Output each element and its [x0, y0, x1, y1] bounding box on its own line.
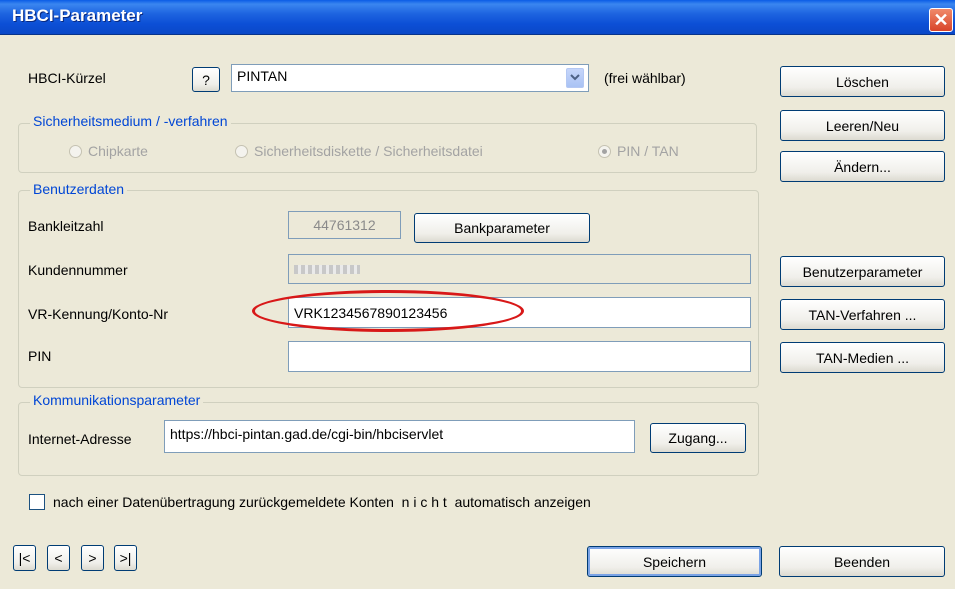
internet-adresse-label: Internet-Adresse — [28, 431, 132, 447]
save-button[interactable]: Speichern — [587, 546, 762, 577]
kundennummer-label: Kundennummer — [28, 262, 128, 278]
internet-adresse-value: https://hbci-pintan.gad.de/cgi-bin/hbcis… — [170, 426, 444, 442]
security-legend: Sicherheitsmedium / -verfahren — [30, 113, 231, 129]
radio-pin-tan[interactable]: PIN / TAN — [598, 143, 679, 159]
communication-legend: Kommunikationsparameter — [30, 392, 204, 408]
title-bar[interactable] — [0, 0, 955, 35]
tan-method-button[interactable]: TAN-Verfahren ... — [780, 299, 945, 330]
delete-button[interactable]: Löschen — [780, 66, 945, 97]
vr-kennung-label: VR-Kennung/Konto-Nr — [28, 306, 169, 322]
window-title: HBCI-Parameter — [12, 6, 143, 25]
radio-chipkarte[interactable]: Chipkarte — [69, 143, 148, 159]
hbci-kuerzel-label: HBCI-Kürzel — [28, 70, 106, 86]
radio-sicherheitsdiskette-label: Sicherheitsdiskette / Sicherheitsdatei — [254, 143, 483, 159]
bankleitzahl-field: 44761312 — [288, 211, 401, 239]
help-button[interactable]: ? — [192, 67, 220, 92]
radio-chipkarte-label: Chipkarte — [88, 143, 148, 159]
vr-kennung-value: VRK1234567890123456 — [294, 304, 448, 321]
bankparameter-button[interactable]: Bankparameter — [414, 213, 590, 243]
auto-show-accounts-label: nach einer Datenübertragung zurückgemeld… — [53, 494, 591, 510]
pin-label: PIN — [28, 348, 52, 364]
vr-kennung-input[interactable]: VRK1234567890123456 — [288, 297, 751, 328]
pin-input[interactable] — [288, 341, 751, 372]
hbci-kuerzel-value: PINTAN — [237, 68, 288, 84]
close-button[interactable]: ✕ — [929, 8, 953, 32]
user-data-legend: Benutzerdaten — [30, 181, 128, 197]
user-parameters-button[interactable]: Benutzerparameter — [780, 256, 945, 287]
kundennummer-redacted — [294, 264, 360, 274]
kundennummer-field — [288, 254, 751, 284]
frei-waehlbar-hint: (frei wählbar) — [604, 70, 686, 86]
radio-pin-tan-label: PIN / TAN — [617, 143, 679, 159]
radio-sicherheitsdiskette[interactable]: Sicherheitsdiskette / Sicherheitsdatei — [235, 143, 483, 159]
radio-circle — [235, 144, 248, 158]
close-dialog-button[interactable]: Beenden — [779, 546, 945, 577]
nav-next-button[interactable]: > — [81, 545, 104, 571]
zugang-button[interactable]: Zugang... — [650, 423, 746, 453]
chevron-down-icon[interactable] — [566, 68, 584, 88]
hbci-kuerzel-select[interactable]: PINTAN — [231, 64, 589, 92]
tan-media-button[interactable]: TAN-Medien ... — [780, 342, 945, 373]
nav-last-button[interactable]: >| — [114, 545, 137, 571]
nav-first-button[interactable]: |< — [13, 545, 36, 571]
nav-prev-button[interactable]: < — [47, 545, 70, 571]
radio-circle — [69, 144, 82, 158]
auto-show-accounts-checkbox[interactable] — [29, 494, 45, 510]
change-button[interactable]: Ändern... — [780, 151, 945, 182]
clear-new-button[interactable]: Leeren/Neu — [780, 110, 945, 141]
bankleitzahl-label: Bankleitzahl — [28, 218, 104, 234]
internet-adresse-input[interactable]: https://hbci-pintan.gad.de/cgi-bin/hbcis… — [164, 420, 635, 453]
radio-circle-selected — [598, 144, 611, 158]
bankleitzahl-value: 44761312 — [313, 217, 376, 233]
